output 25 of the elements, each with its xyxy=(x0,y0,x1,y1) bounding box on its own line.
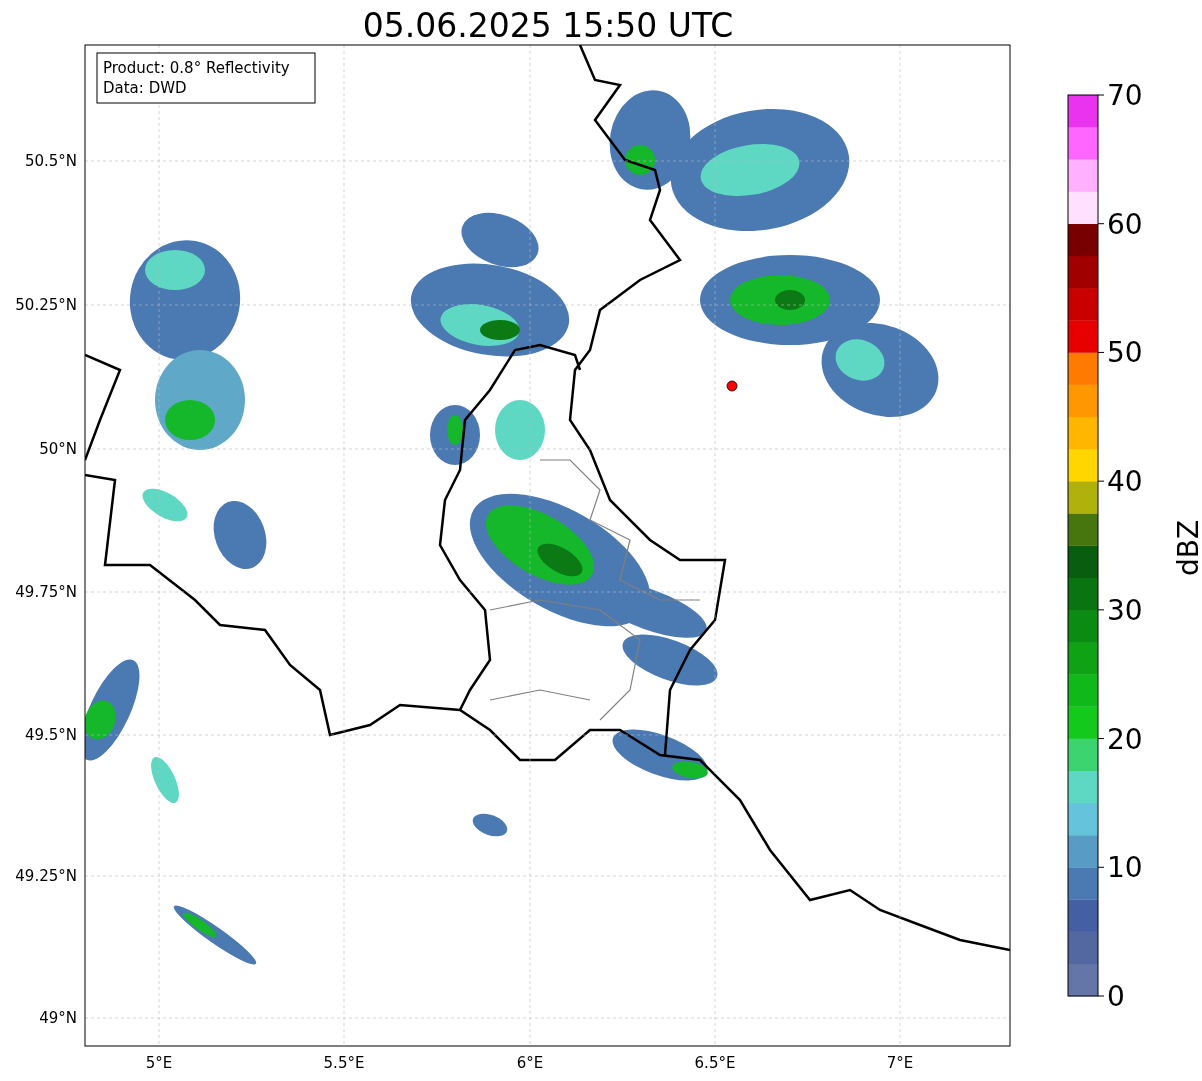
axis-tick-label: 49.5°N xyxy=(24,726,77,744)
colorbar-tick-label: 70 xyxy=(1107,79,1143,112)
axis-tick-label: 5.5°E xyxy=(323,1054,365,1072)
info-text: Product: 0.8° Reflectivity xyxy=(103,59,290,77)
axis-tick-label: 5°E xyxy=(145,1054,173,1072)
location-marker xyxy=(726,380,738,392)
axis-tick-label: 7°E xyxy=(886,1054,914,1072)
colorbar-tick-label: 30 xyxy=(1107,593,1143,627)
info-text: Data: DWD xyxy=(103,79,187,97)
colorbar-label: dBZ xyxy=(1172,519,1202,577)
colorbar-tick-label: 10 xyxy=(1107,851,1143,885)
axis-tick-label: 49°N xyxy=(39,1009,77,1027)
axis-tick-label: 6°E xyxy=(516,1054,544,1072)
axis-tick-label: 6.5°E xyxy=(694,1054,736,1072)
axis-tick-label: 49.25°N xyxy=(15,867,77,885)
colorbar-tick-label: 0 xyxy=(1107,980,1125,1013)
axis-tick-label: 50.25°N xyxy=(15,296,77,314)
colorbar-tick-label: 50 xyxy=(1107,336,1143,370)
chart-title: 05.06.2025 15:50 UTC xyxy=(362,6,734,45)
colorbar-tick-label: 60 xyxy=(1107,207,1143,241)
axis-tick-label: 50.5°N xyxy=(24,152,77,170)
axis-tick-label: 49.75°N xyxy=(15,583,77,601)
colorbar-tick-label: 20 xyxy=(1107,722,1143,756)
axis-tick-label: 50°N xyxy=(39,440,77,458)
colorbar-tick-label: 40 xyxy=(1107,465,1143,499)
